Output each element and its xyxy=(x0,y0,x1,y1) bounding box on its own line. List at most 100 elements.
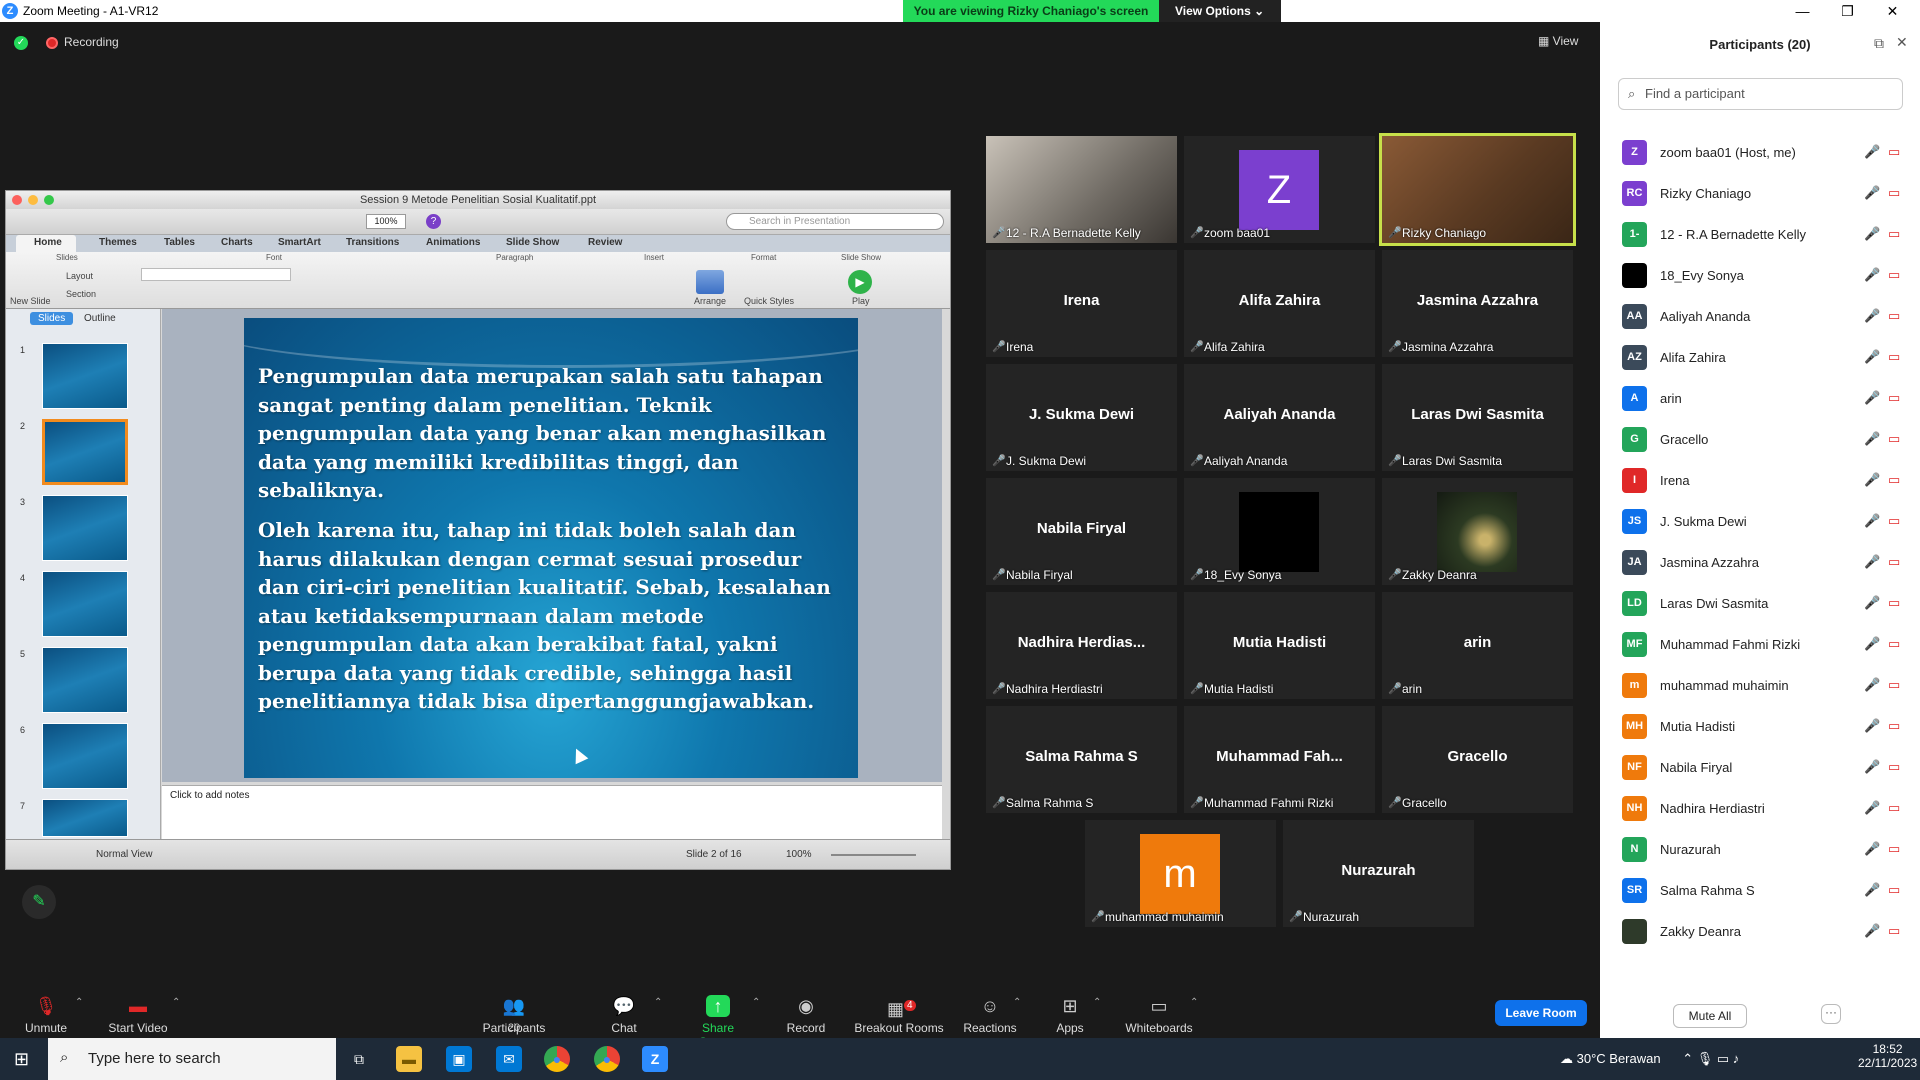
video-tile[interactable]: Nurazurah 🎤 Nurazurah xyxy=(1283,820,1474,927)
video-tile[interactable]: 🎤 12 - R.A Bernadette Kelly xyxy=(986,136,1177,243)
mute-all-button[interactable]: Mute All xyxy=(1673,1004,1747,1028)
grid-icon: ▦ xyxy=(1538,34,1553,48)
participant-row[interactable]: G Gracello 🎤 ▭ xyxy=(1600,419,1920,460)
video-tile[interactable]: Nabila Firyal 🎤 Nabila Firyal xyxy=(986,478,1177,585)
video-tile[interactable]: Mutia Hadisti 🎤 Mutia Hadisti xyxy=(1184,592,1375,699)
participant-row[interactable]: AA Aaliyah Ananda 🎤 ▭ xyxy=(1600,296,1920,337)
viewing-screen-banner: You are viewing Rizky Chaniago's screen xyxy=(903,0,1159,22)
participant-row[interactable]: Zakky Deanra 🎤 ▭ xyxy=(1600,911,1920,952)
mail-icon[interactable]: ✉ xyxy=(496,1046,522,1072)
participant-row[interactable]: Aarin 🎤 ▭ xyxy=(1600,378,1920,419)
store-icon[interactable]: ▣ xyxy=(446,1046,472,1072)
taskbar-search[interactable]: Type here to search xyxy=(48,1038,336,1080)
video-tile[interactable]: Alifa Zahira 🎤 Alifa Zahira xyxy=(1184,250,1375,357)
mic-muted-icon: 🎤 xyxy=(1864,144,1881,159)
zoom-taskbar-icon[interactable]: Z xyxy=(642,1046,668,1072)
video-tile[interactable]: arin 🎤 arin xyxy=(1382,592,1573,699)
video-tile[interactable]: m 🎤 muhammad muhaimin xyxy=(1085,820,1276,927)
participant-row[interactable]: m muhammad muhaimin 🎤 ▭ xyxy=(1600,665,1920,706)
participant-row[interactable]: MH Mutia Hadisti 🎤 ▭ xyxy=(1600,706,1920,747)
video-tile[interactable]: Laras Dwi Sasmita 🎤 Laras Dwi Sasmita xyxy=(1382,364,1573,471)
video-caret-icon[interactable]: ⌃ xyxy=(172,997,180,1008)
ppt-tab-smartart: SmartArt xyxy=(278,237,321,248)
participant-name: Aaliyah Ananda xyxy=(1660,309,1751,324)
participant-row[interactable]: N Nurazurah 🎤 ▭ xyxy=(1600,829,1920,870)
participant-row[interactable]: AZ Alifa Zahira 🎤 ▭ xyxy=(1600,337,1920,378)
clock[interactable]: 18:52 22/11/2023 xyxy=(1858,1042,1917,1070)
windows-start-icon[interactable]: ⊞ xyxy=(14,1049,29,1070)
mac-zoom-icon xyxy=(44,195,54,205)
file-explorer-icon[interactable]: ▬ xyxy=(396,1046,422,1072)
new-slide-label: New Slide xyxy=(10,296,51,306)
participant-row[interactable]: JA Jasmina Azzahra 🎤 ▭ xyxy=(1600,542,1920,583)
recording-icon xyxy=(46,37,58,49)
apps-button[interactable]: ⊞ Apps xyxy=(1054,995,1086,1035)
video-tile[interactable]: Muhammad Fah... 🎤 Muhammad Fahmi Rizki xyxy=(1184,706,1375,813)
whiteboards-caret-icon[interactable]: ⌃ xyxy=(1190,997,1198,1008)
chrome-icon[interactable]: ● xyxy=(544,1046,570,1072)
tile-name-label: Laras Dwi Sasmita xyxy=(1402,454,1503,468)
close-button[interactable]: ✕ xyxy=(1870,0,1915,22)
participant-row[interactable]: MF Muhammad Fahmi Rizki 🎤 ▭ xyxy=(1600,624,1920,665)
start-video-button[interactable]: ▬ Start Video xyxy=(106,995,170,1035)
chrome-profile-icon[interactable]: ● xyxy=(594,1046,620,1072)
participant-row[interactable]: LD Laras Dwi Sasmita 🎤 ▭ xyxy=(1600,583,1920,624)
layout-label: Layout xyxy=(66,271,94,281)
maximize-button[interactable]: ❐ xyxy=(1825,0,1870,22)
participant-row[interactable]: 1- 12 - R.A Bernadette Kelly 🎤 ▭ xyxy=(1600,214,1920,255)
participant-row[interactable]: RC Rizky Chaniago 🎤 ▭ xyxy=(1600,173,1920,214)
view-button[interactable]: ▦ View xyxy=(1538,34,1578,48)
video-tile[interactable]: Gracello 🎤 Gracello xyxy=(1382,706,1573,813)
participant-row[interactable]: I Irena 🎤 ▭ xyxy=(1600,460,1920,501)
leave-room-button[interactable]: Leave Room xyxy=(1495,1000,1587,1026)
video-tile[interactable]: 🎤 Zakky Deanra xyxy=(1382,478,1573,585)
view-options-button[interactable]: View Options ⌄ xyxy=(1159,0,1281,22)
participant-row[interactable]: SR Salma Rahma S 🎤 ▭ xyxy=(1600,870,1920,911)
video-tile[interactable]: Irena 🎤 Irena xyxy=(986,250,1177,357)
reactions-button[interactable]: ☺ Reactions xyxy=(962,995,1018,1035)
unmute-button[interactable]: 🎙 Unmute xyxy=(22,995,70,1035)
video-tile[interactable]: Jasmina Azzahra 🎤 Jasmina Azzahra xyxy=(1382,250,1573,357)
video-tile[interactable]: 🎤 18_Evy Sonya xyxy=(1184,478,1375,585)
apps-caret-icon[interactable]: ⌃ xyxy=(1093,997,1101,1008)
avatar: m xyxy=(1140,834,1220,914)
participant-row[interactable]: NH Nadhira Herdiastri 🎤 ▭ xyxy=(1600,788,1920,829)
arrange-icon xyxy=(696,270,724,294)
video-off-icon: ▭ xyxy=(1888,185,1901,200)
ribbon-group-slideshow: Slide Show xyxy=(841,253,882,262)
annotate-pencil-icon[interactable]: ✎ xyxy=(22,885,56,919)
recording-label[interactable]: Recording xyxy=(64,35,119,49)
whiteboards-button[interactable]: ▭ Whiteboards xyxy=(1124,995,1194,1035)
more-options-button[interactable]: ··· xyxy=(1821,1004,1841,1024)
chat-caret-icon[interactable]: ⌃ xyxy=(654,997,662,1008)
participant-row[interactable]: 18_Evy Sonya 🎤 ▭ xyxy=(1600,255,1920,296)
mic-muted-icon: 🎤 xyxy=(1864,472,1881,487)
video-tile[interactable]: J. Sukma Dewi 🎤 J. Sukma Dewi xyxy=(986,364,1177,471)
close-panel-icon[interactable]: ✕ xyxy=(1896,34,1908,51)
video-tile[interactable]: Z 🎤 zoom baa01 xyxy=(1184,136,1375,243)
arrange-label: Arrange xyxy=(694,296,727,306)
reactions-caret-icon[interactable]: ⌃ xyxy=(1013,997,1021,1008)
minimize-button[interactable]: — xyxy=(1780,0,1825,22)
popout-icon[interactable]: ⧉ xyxy=(1874,35,1884,52)
shield-icon[interactable]: ✓ xyxy=(14,36,28,50)
slide-thumbnail xyxy=(42,799,128,837)
audio-caret-icon[interactable]: ⌃ xyxy=(75,997,83,1008)
participants-button[interactable]: 👥20 Participants xyxy=(478,995,550,1035)
ppt-toolbar: 100% ? Search in Presentation xyxy=(6,209,950,235)
share-caret-icon[interactable]: ⌃ xyxy=(752,997,760,1008)
chat-button[interactable]: 💬 Chat xyxy=(604,995,644,1035)
slide-thumbnail xyxy=(42,495,128,561)
video-tile[interactable]: Aaliyah Ananda 🎤 Aaliyah Ananda xyxy=(1184,364,1375,471)
participant-row[interactable]: Zzoom baa01 (Host, me) 🎤 ▭ xyxy=(1600,132,1920,173)
participant-row[interactable]: NF Nabila Firyal 🎤 ▭ xyxy=(1600,747,1920,788)
task-view-icon[interactable]: ⧉ xyxy=(346,1046,372,1072)
participant-row[interactable]: JS J. Sukma Dewi 🎤 ▭ xyxy=(1600,501,1920,542)
participant-avatar: Z xyxy=(1622,140,1647,165)
find-participant-input[interactable]: Find a participant xyxy=(1618,78,1903,110)
breakout-rooms-button[interactable]: ▦ 4 Breakout Rooms xyxy=(852,995,946,1035)
video-tile[interactable]: Salma Rahma S 🎤 Salma Rahma S xyxy=(986,706,1177,813)
video-tile[interactable]: Nadhira Herdias... 🎤 Nadhira Herdiastri xyxy=(986,592,1177,699)
video-tile[interactable]: 🎤 Rizky Chaniago xyxy=(1379,133,1576,246)
record-button[interactable]: ◉ Record xyxy=(786,995,826,1035)
